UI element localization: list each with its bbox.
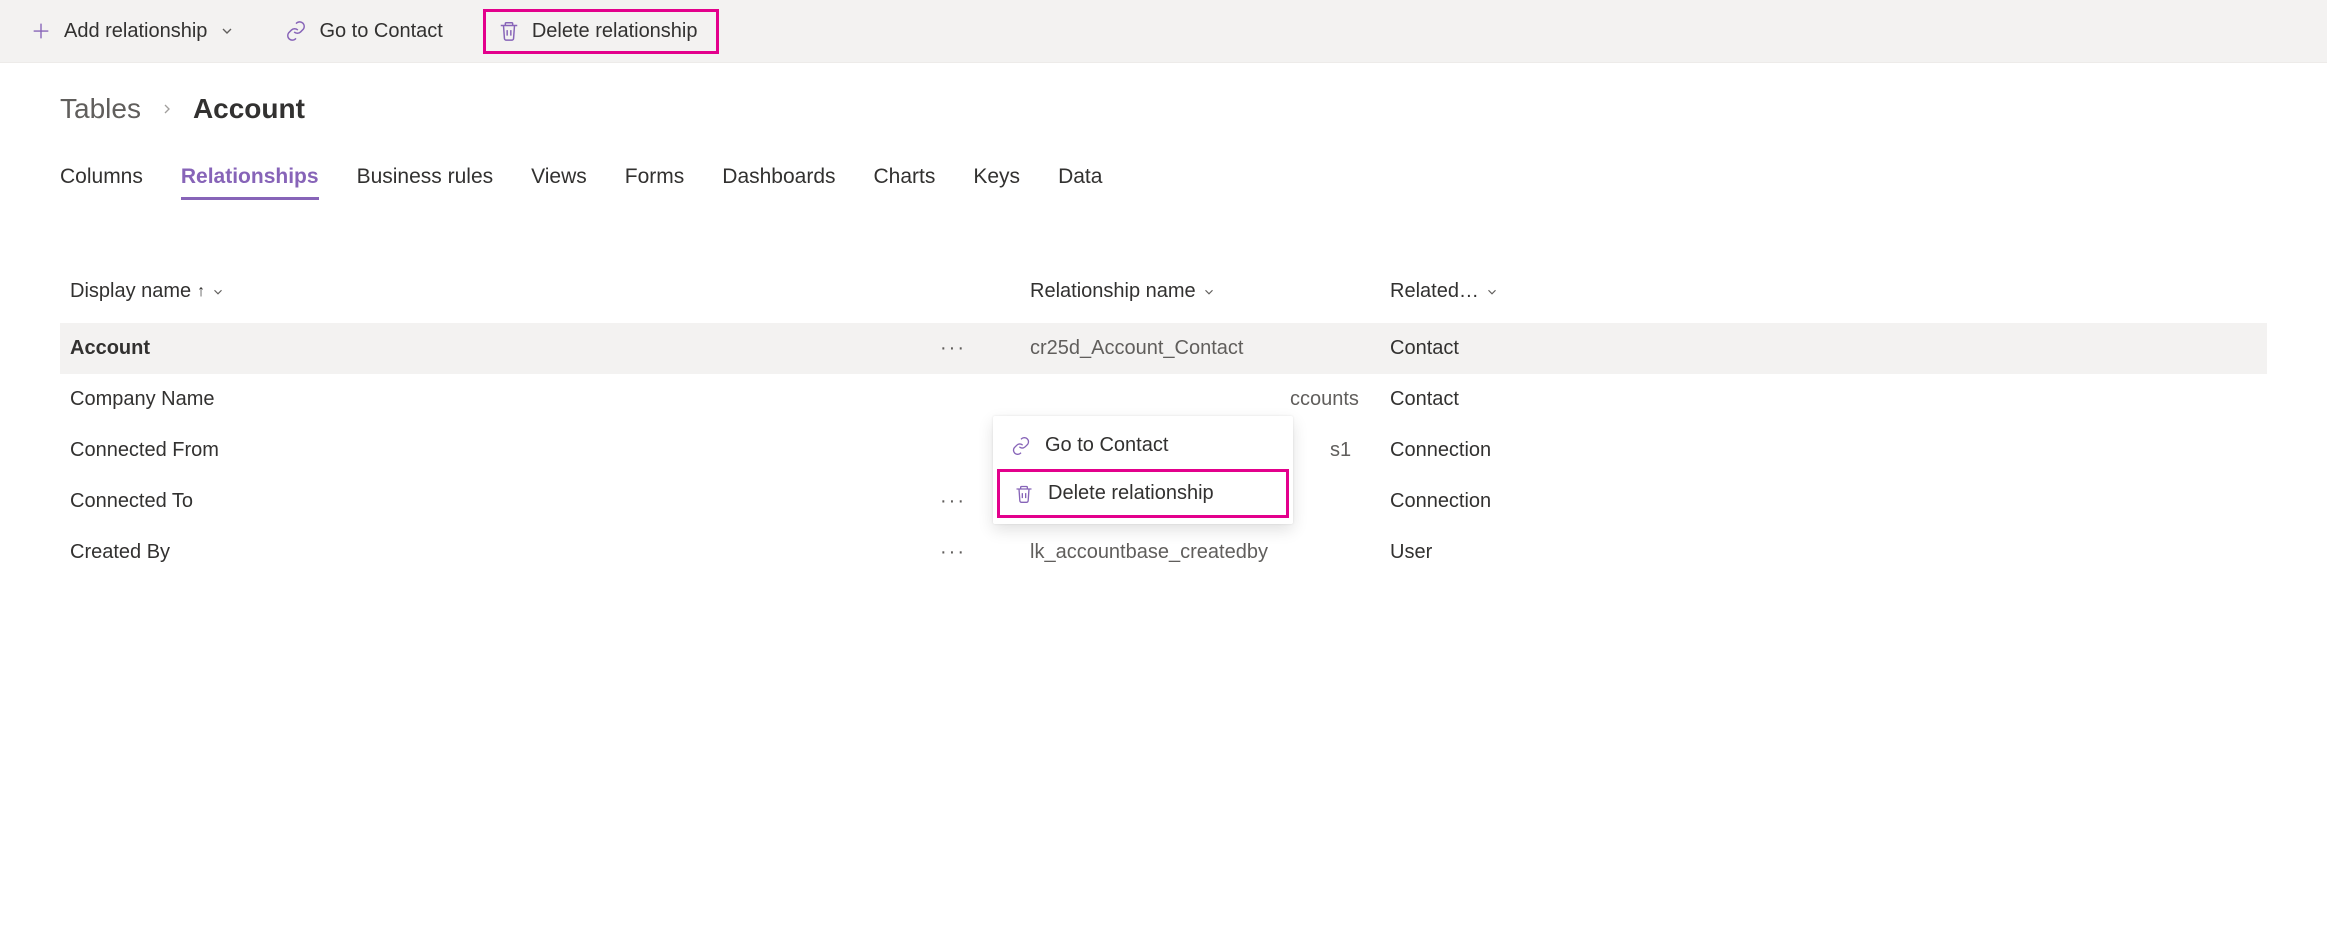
- go-to-contact-button[interactable]: Go to Contact: [275, 14, 452, 49]
- breadcrumb-current: Account: [193, 93, 305, 125]
- tab-keys[interactable]: Keys: [973, 165, 1020, 200]
- context-menu: Go to Contact Delete relationship: [993, 416, 1293, 524]
- row-display-name[interactable]: Created By: [70, 541, 940, 564]
- tab-columns[interactable]: Columns: [60, 165, 143, 200]
- add-relationship-label: Add relationship: [64, 20, 207, 43]
- tab-charts[interactable]: Charts: [874, 165, 936, 200]
- go-to-contact-label: Go to Contact: [319, 20, 442, 43]
- chevron-right-icon: [159, 101, 175, 117]
- context-delete-relationship[interactable]: Delete relationship: [997, 469, 1289, 518]
- chevron-down-icon: [211, 285, 225, 299]
- column-header-display-name[interactable]: Display name ↑: [70, 280, 1030, 303]
- plus-icon: [30, 20, 52, 42]
- column-header-related-label: Related…: [1390, 280, 1479, 303]
- chevron-down-icon: [219, 23, 235, 39]
- trash-icon: [498, 20, 520, 42]
- table-header: Display name ↑ Relationship name Related…: [60, 270, 2267, 323]
- row-related: Contact: [1390, 388, 2267, 411]
- table-row[interactable]: Created By ··· lk_accountbase_createdby …: [60, 527, 2267, 578]
- tab-business-rules[interactable]: Business rules: [357, 165, 494, 200]
- chevron-down-icon: [1485, 285, 1499, 299]
- add-relationship-button[interactable]: Add relationship: [20, 14, 245, 49]
- sort-ascending-icon: ↑: [197, 283, 205, 301]
- tab-dashboards[interactable]: Dashboards: [722, 165, 835, 200]
- row-related: User: [1390, 541, 2267, 564]
- row-more-button[interactable]: ···: [940, 541, 1030, 564]
- row-display-name[interactable]: Connected To: [70, 490, 940, 513]
- row-relationship-name: lk_accountbase_createdby: [1030, 541, 1390, 564]
- context-delete-relationship-label: Delete relationship: [1048, 482, 1214, 505]
- column-header-display-name-label: Display name: [70, 280, 191, 303]
- tabs: Columns Relationships Business rules Vie…: [60, 165, 2267, 200]
- delete-relationship-label: Delete relationship: [532, 20, 698, 43]
- tab-relationships[interactable]: Relationships: [181, 165, 319, 200]
- delete-relationship-highlight: Delete relationship: [483, 9, 719, 54]
- column-header-relationship-name-label: Relationship name: [1030, 280, 1196, 303]
- row-relationship-name: ccounts: [1030, 388, 1390, 411]
- tab-data[interactable]: Data: [1058, 165, 1102, 200]
- context-go-to-contact[interactable]: Go to Contact: [993, 422, 1293, 469]
- row-display-name[interactable]: Company Name: [70, 388, 940, 411]
- row-more-button[interactable]: ···: [940, 337, 1030, 360]
- trash-icon: [1014, 484, 1034, 504]
- row-display-name[interactable]: Account: [70, 337, 940, 360]
- column-header-relationship-name[interactable]: Relationship name: [1030, 280, 1390, 303]
- toolbar: Add relationship Go to Contact Delete re…: [0, 0, 2327, 63]
- context-go-to-contact-label: Go to Contact: [1045, 434, 1168, 457]
- chevron-down-icon: [1202, 285, 1216, 299]
- row-related: Connection: [1390, 490, 2267, 513]
- breadcrumb-root[interactable]: Tables: [60, 93, 141, 125]
- tab-views[interactable]: Views: [531, 165, 587, 200]
- content-area: Tables Account Columns Relationships Bus…: [0, 63, 2327, 608]
- column-header-related[interactable]: Related…: [1390, 280, 2267, 303]
- link-icon: [285, 20, 307, 42]
- delete-relationship-button[interactable]: Delete relationship: [488, 14, 708, 49]
- breadcrumb: Tables Account: [60, 93, 2267, 125]
- table-row[interactable]: Account ··· cr25d_Account_Contact Contac…: [60, 323, 2267, 374]
- tab-forms[interactable]: Forms: [625, 165, 685, 200]
- relationships-table: Display name ↑ Relationship name Related…: [60, 270, 2267, 578]
- row-related: Connection: [1390, 439, 2267, 462]
- row-relationship-name: cr25d_Account_Contact: [1030, 337, 1390, 360]
- link-icon: [1011, 436, 1031, 456]
- row-display-name[interactable]: Connected From: [70, 439, 940, 462]
- row-related: Contact: [1390, 337, 2267, 360]
